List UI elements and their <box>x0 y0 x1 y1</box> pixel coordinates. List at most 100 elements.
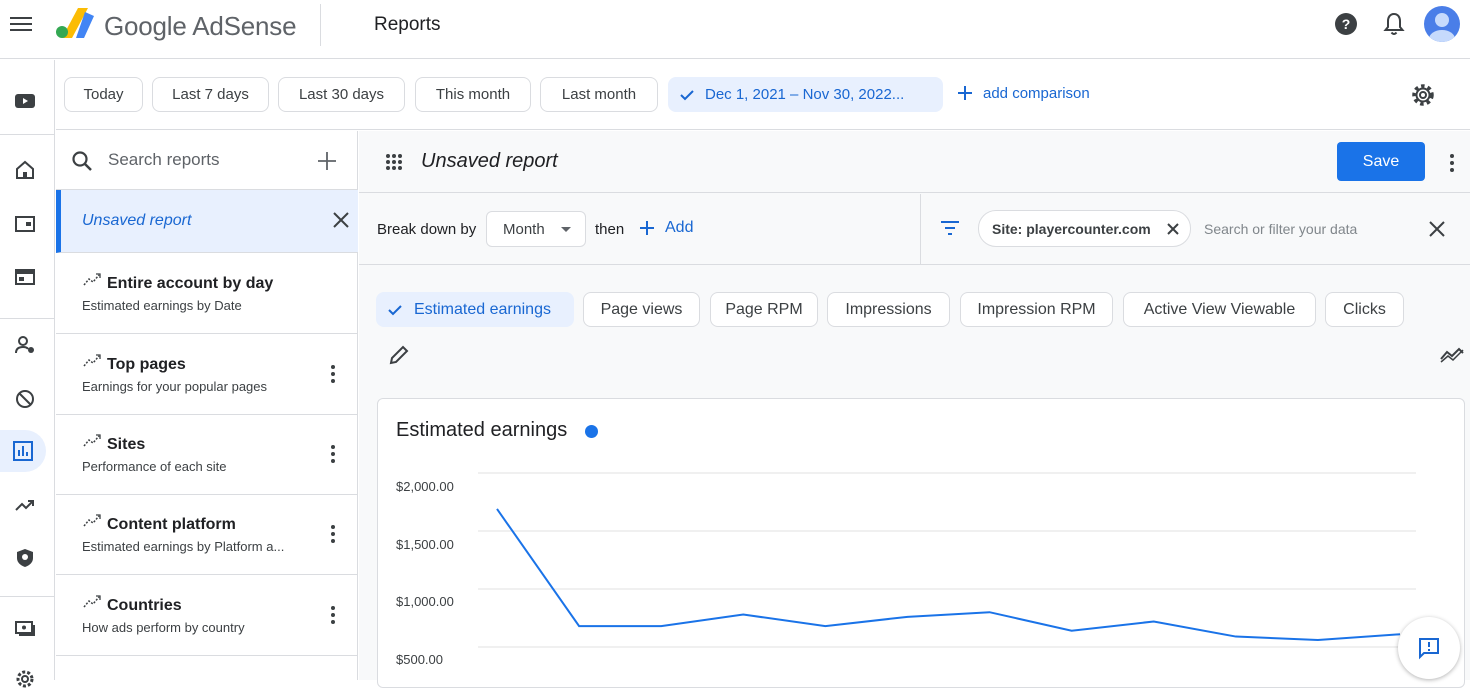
divider <box>920 194 921 265</box>
metric-label: Estimated earnings <box>414 301 551 319</box>
report-trend-icon <box>83 434 101 448</box>
navigation-rail <box>0 60 55 680</box>
metric-chip-estimated-earnings[interactable]: Estimated earnings <box>376 292 574 327</box>
feedback-icon <box>1417 636 1441 660</box>
report-trend-icon <box>83 595 101 609</box>
report-list-item[interactable]: Content platform Estimated earnings by P… <box>56 494 358 575</box>
close-icon[interactable] <box>1165 221 1181 237</box>
current-report-label: Unsaved report <box>82 212 191 230</box>
report-title: Content platform <box>107 516 236 534</box>
report-title: Sites <box>107 436 145 454</box>
top-app-bar: Google AdSense Reports ? <box>0 0 1484 59</box>
chevron-down-icon <box>561 227 571 232</box>
report-list-item[interactable]: Countries How ads perform by country <box>56 575 358 656</box>
apps-grid-icon[interactable] <box>385 153 403 171</box>
metric-chip-page-views[interactable]: Page views <box>583 292 700 327</box>
more-vert-icon[interactable] <box>330 444 336 464</box>
current-report-item[interactable]: Unsaved report <box>56 190 358 253</box>
rail-divider <box>0 134 55 135</box>
scrollbar[interactable] <box>1470 0 1484 680</box>
check-icon <box>679 87 695 103</box>
add-breakdown-label: Add <box>665 219 693 237</box>
report-list-item[interactable]: Entire account by day Estimated earnings… <box>56 253 358 334</box>
report-search: Search reports <box>56 131 358 190</box>
rail-divider <box>0 596 55 597</box>
account-avatar[interactable] <box>1424 6 1460 42</box>
report-subtitle: Estimated earnings by Date <box>82 298 242 313</box>
date-preset-last-30-days[interactable]: Last 30 days <box>278 77 405 112</box>
feedback-button[interactable] <box>1398 617 1460 679</box>
metric-chip-clicks[interactable]: Clicks <box>1325 292 1404 327</box>
add-breakdown-button[interactable]: Add <box>639 219 693 237</box>
chart-type-icon[interactable] <box>1439 345 1465 363</box>
date-preset-last-7-days[interactable]: Last 7 days <box>152 77 269 112</box>
then-label: then <box>595 221 624 238</box>
date-preset-today[interactable]: Today <box>64 77 143 112</box>
report-list-item[interactable]: Top pages Earnings for your popular page… <box>56 334 358 415</box>
more-vert-icon[interactable] <box>330 364 336 384</box>
save-button[interactable]: Save <box>1337 142 1425 181</box>
plus-icon <box>956 84 974 102</box>
notifications-bell-icon[interactable] <box>1380 10 1408 38</box>
adsense-logo-icon <box>54 6 94 40</box>
plus-icon <box>639 220 655 236</box>
metric-chip-active-view-viewable[interactable]: Active View Viewable <box>1123 292 1316 327</box>
home-icon[interactable] <box>4 149 46 191</box>
date-preset-this-month[interactable]: This month <box>415 77 531 112</box>
svg-text:?: ? <box>1342 16 1351 32</box>
close-icon[interactable] <box>1427 219 1447 239</box>
breakdown-label: Break down by <box>377 221 476 238</box>
menu-icon[interactable] <box>10 14 32 34</box>
blocking-controls-icon[interactable] <box>4 378 46 420</box>
earnings-line-chart <box>378 399 1466 689</box>
edit-pencil-icon[interactable] <box>387 343 411 367</box>
saved-reports-panel: Search reports Unsaved report Entire acc… <box>56 131 358 680</box>
breakdown-value: Month <box>503 221 545 238</box>
filter-search-input[interactable]: Search or filter your data <box>1204 221 1357 237</box>
metric-chip-impression-rpm[interactable]: Impression RPM <box>960 292 1113 327</box>
breakdown-dropdown[interactable]: Month <box>486 211 586 247</box>
more-vert-icon[interactable] <box>330 605 336 625</box>
new-report-plus-icon[interactable] <box>316 150 338 172</box>
sites-icon[interactable] <box>4 256 46 298</box>
policy-center-icon[interactable] <box>4 537 46 579</box>
chart-card: Estimated earnings $2,000.00 $1,500.00 $… <box>377 398 1465 688</box>
report-list-item[interactable]: Sites Performance of each site <box>56 414 358 495</box>
report-subtitle: Estimated earnings by Platform a... <box>82 539 284 554</box>
report-subtitle: Performance of each site <box>82 459 227 474</box>
add-comparison-link[interactable]: add comparison <box>956 84 1090 102</box>
metric-chip-page-rpm[interactable]: Page RPM <box>710 292 818 327</box>
report-title: Countries <box>107 597 182 615</box>
more-vert-icon[interactable] <box>330 524 336 544</box>
help-icon[interactable]: ? <box>1332 10 1360 38</box>
more-vert-icon[interactable] <box>1449 153 1455 173</box>
report-subtitle: Earnings for your popular pages <box>82 379 267 394</box>
video-icon[interactable] <box>4 80 46 122</box>
report-subtitle: How ads perform by country <box>82 620 245 635</box>
settings-icon[interactable] <box>4 658 46 700</box>
site-filter-chip[interactable]: Site: playercounter.com <box>978 210 1191 247</box>
optimization-trending-icon[interactable] <box>4 484 46 526</box>
product-name: Google AdSense <box>104 11 296 42</box>
report-header: Unsaved report Save <box>359 131 1470 193</box>
ads-icon[interactable] <box>4 203 46 245</box>
gear-icon[interactable] <box>1410 82 1436 108</box>
search-reports-input[interactable]: Search reports <box>108 150 220 170</box>
user-icon <box>1424 6 1460 42</box>
metric-chips: Estimated earnings Page views Page RPM I… <box>359 266 1470 366</box>
add-comparison-label: add comparison <box>983 85 1090 102</box>
divider <box>320 4 321 46</box>
date-range-selector[interactable]: Dec 1, 2021 – Nov 30, 2022... <box>668 77 943 112</box>
payments-icon[interactable] <box>4 607 46 649</box>
close-icon[interactable] <box>331 210 351 230</box>
privacy-messaging-icon[interactable] <box>4 324 46 366</box>
report-main: Unsaved report Save Break down by Month … <box>359 131 1470 680</box>
breakdown-filter-bar: Break down by Month then Add Site: playe… <box>359 194 1470 265</box>
filter-icon[interactable] <box>939 219 961 237</box>
report-name[interactable]: Unsaved report <box>421 150 558 173</box>
metric-chip-impressions[interactable]: Impressions <box>827 292 950 327</box>
report-trend-icon <box>83 354 101 368</box>
date-preset-last-month[interactable]: Last month <box>540 77 658 112</box>
reports-icon[interactable] <box>0 430 46 472</box>
site-filter-label: Site: playercounter.com <box>992 221 1151 237</box>
